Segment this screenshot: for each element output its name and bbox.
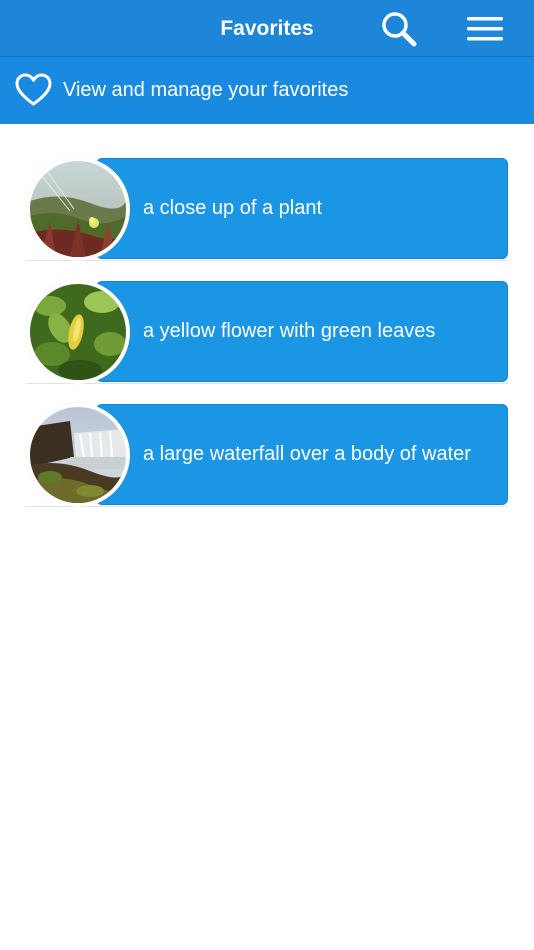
favorite-item[interactable]: a large waterfall over a body of water bbox=[26, 403, 508, 507]
favorite-caption: a yellow flower with green leaves bbox=[143, 320, 436, 342]
favorite-item[interactable]: a yellow flower with green leaves bbox=[26, 280, 508, 384]
favorite-item[interactable]: a close up of a plant bbox=[26, 157, 508, 261]
search-icon bbox=[382, 12, 417, 47]
favorite-caption: a large waterfall over a body of water bbox=[143, 443, 471, 465]
navigation-bar: Favorites bbox=[0, 0, 534, 57]
favorites-subheader: View and manage your favorites bbox=[0, 57, 534, 124]
waterfall-thumbnail bbox=[26, 403, 130, 507]
menu-button[interactable] bbox=[462, 8, 508, 50]
yellow-flower-thumbnail bbox=[26, 280, 130, 384]
hamburger-menu-icon bbox=[467, 17, 503, 41]
search-button[interactable] bbox=[378, 8, 420, 50]
heart-outline-icon bbox=[15, 73, 52, 106]
plant-thumbnail bbox=[26, 157, 130, 261]
favorite-caption: a close up of a plant bbox=[143, 197, 323, 219]
subheader-text: View and manage your favorites bbox=[63, 79, 349, 101]
page-title: Favorites bbox=[220, 17, 314, 40]
